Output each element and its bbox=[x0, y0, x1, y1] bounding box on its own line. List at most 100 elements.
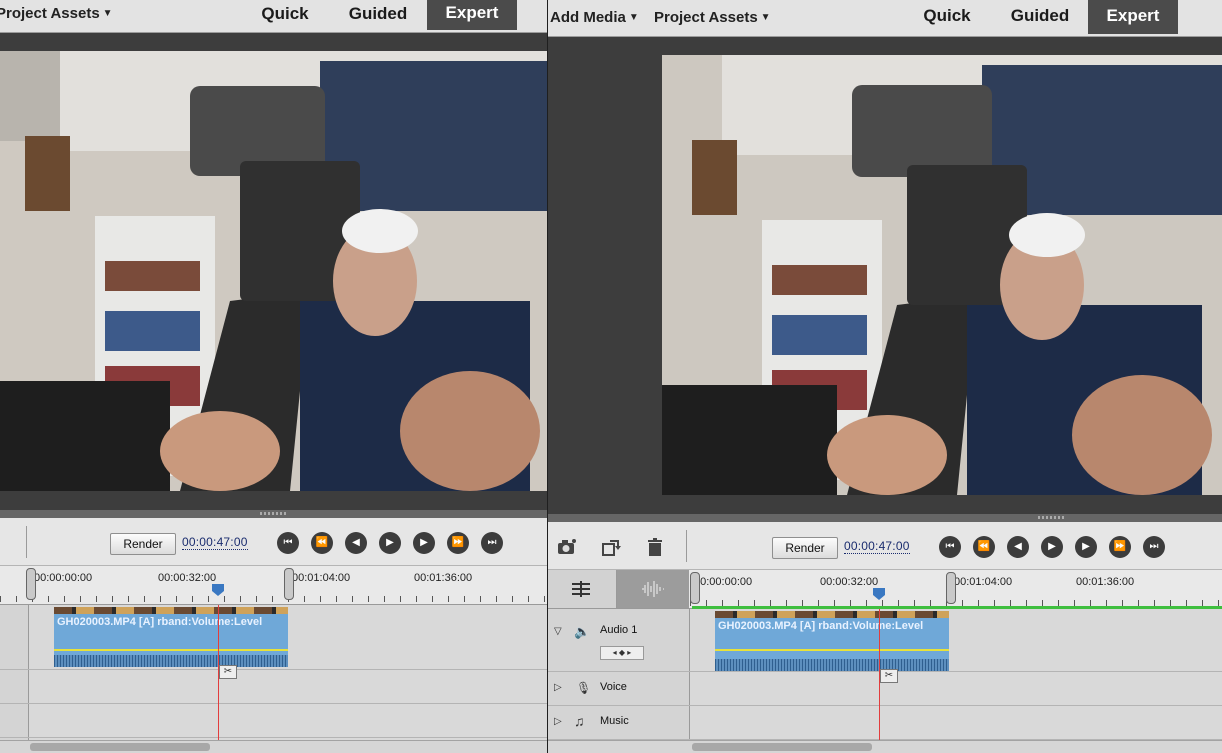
collapse-arrow-icon[interactable]: ▽ bbox=[554, 626, 562, 637]
music-track-row: ▷ ♫ Music bbox=[548, 705, 1222, 740]
timeline-toolbar: Render 00:00:47:00 ⏮ ⏪ ◀ ▶ ▶ ⏩ ⏭ bbox=[548, 522, 1222, 570]
clip-title: GH020003.MP4 [A] rband:Volume:Level bbox=[718, 620, 924, 632]
rotate-icon[interactable] bbox=[600, 536, 622, 558]
waveform-icon bbox=[642, 581, 664, 597]
clip-title: GH020003.MP4 [A] rband:Volume:Level bbox=[57, 616, 263, 628]
expand-arrow-icon[interactable]: ▷ bbox=[554, 716, 562, 727]
toolbar-separator bbox=[26, 526, 27, 558]
timeline-scrollbar[interactable] bbox=[548, 740, 1222, 753]
work-area-end-handle[interactable] bbox=[284, 568, 294, 600]
work-area-start-handle[interactable] bbox=[26, 568, 36, 600]
music-note-icon[interactable]: ♫ bbox=[574, 713, 585, 729]
ruler-ticks bbox=[0, 596, 547, 602]
go-to-start-icon[interactable]: ⏮ bbox=[277, 532, 299, 554]
music-track-label: Music bbox=[600, 715, 629, 727]
timeline-tracks: ▽ 🔈 Audio 1 ◂ ◆ ▸ ▷ 🎙 Voice ▷ ♫ Music GH… bbox=[548, 609, 1222, 741]
ruler-label: 00:01:04:00 bbox=[292, 572, 351, 584]
resize-grip-icon bbox=[1038, 516, 1064, 519]
frame-forward-icon[interactable]: ▶ bbox=[1075, 536, 1097, 558]
quick-mode-button[interactable]: Quick bbox=[250, 4, 320, 28]
scissors-icon[interactable]: ✂ bbox=[219, 665, 237, 679]
toolbar-separator bbox=[686, 530, 687, 562]
add-media-label: Add Media bbox=[550, 9, 626, 26]
guided-mode-button[interactable]: Guided bbox=[1002, 6, 1078, 30]
expert-mode-button[interactable]: Expert bbox=[427, 0, 517, 30]
frame-forward-icon[interactable]: ▶ bbox=[413, 532, 435, 554]
track-settings-icon[interactable] bbox=[570, 579, 592, 599]
audio1-track-label: Audio 1 bbox=[600, 624, 638, 636]
chevron-down-icon: ▼ bbox=[760, 12, 771, 23]
step-back-icon[interactable]: ⏪ bbox=[311, 532, 333, 554]
video-preview[interactable] bbox=[662, 55, 1222, 495]
music-track-row bbox=[0, 703, 547, 738]
speaker-icon[interactable]: 🔈 bbox=[574, 624, 590, 640]
guided-mode-button[interactable]: Guided bbox=[340, 4, 416, 28]
render-button[interactable]: Render bbox=[110, 533, 176, 555]
microphone-icon[interactable]: 🎙 bbox=[576, 681, 591, 695]
go-to-end-icon[interactable]: ⏭ bbox=[481, 532, 503, 554]
playhead-line bbox=[879, 609, 880, 741]
ruler-label: 00:00:32:00 bbox=[158, 572, 217, 584]
step-forward-icon[interactable]: ⏩ bbox=[1109, 536, 1131, 558]
volume-level-line[interactable] bbox=[715, 649, 949, 651]
work-area-end-handle[interactable] bbox=[946, 572, 956, 604]
scrollbar-thumb[interactable] bbox=[692, 743, 872, 751]
go-to-start-icon[interactable]: ⏮ bbox=[939, 536, 961, 558]
expert-mode-button[interactable]: Expert bbox=[1088, 0, 1178, 34]
ruler-label: 00:01:04:00 bbox=[954, 576, 1013, 588]
ruler-label: 00:00:00:00 bbox=[694, 576, 753, 588]
clip-thumbnail-strip bbox=[54, 607, 288, 614]
track-options-cell bbox=[548, 570, 617, 608]
timeline-tracks: GH020003.MP4 [A] rband:Volume:Level ✂ bbox=[0, 605, 547, 741]
step-forward-icon[interactable]: ⏩ bbox=[447, 532, 469, 554]
monitor-panel bbox=[548, 37, 1222, 514]
ruler-label: 00:00:00:00 bbox=[34, 572, 93, 584]
timeline-scrollbar[interactable] bbox=[0, 740, 547, 753]
video-preview[interactable] bbox=[0, 51, 547, 491]
frame-back-icon[interactable]: ◀ bbox=[1007, 536, 1029, 558]
top-menu-bar: Add Media ▼ Project Assets ▼ Quick Guided … bbox=[548, 0, 1222, 37]
video-frame-image bbox=[662, 55, 1222, 495]
panel-resize-bar[interactable] bbox=[548, 514, 1222, 522]
go-to-end-icon[interactable]: ⏭ bbox=[1143, 536, 1165, 558]
top-menu-bar: Project Assets ▼ Quick Guided Expert bbox=[0, 0, 547, 33]
project-assets-menu[interactable]: Project Assets ▼ bbox=[654, 9, 771, 26]
chevron-down-icon: ▼ bbox=[102, 8, 113, 19]
playhead-line bbox=[218, 605, 219, 741]
monitor-panel bbox=[0, 33, 547, 510]
scrollbar-thumb[interactable] bbox=[30, 743, 210, 751]
audio-waveform bbox=[715, 659, 949, 671]
audio-clip[interactable]: GH020003.MP4 [A] rband:Volume:Level bbox=[715, 611, 949, 671]
resize-grip-icon bbox=[260, 512, 286, 515]
render-button[interactable]: Render bbox=[772, 537, 838, 559]
project-assets-menu[interactable]: Project Assets ▼ bbox=[0, 5, 113, 22]
ruler-label: 00:01:36:00 bbox=[414, 572, 473, 584]
panel-resize-bar[interactable] bbox=[0, 510, 547, 518]
scissors-icon[interactable]: ✂ bbox=[880, 669, 898, 683]
expand-arrow-icon[interactable]: ▷ bbox=[554, 682, 562, 693]
project-assets-label: Project Assets bbox=[0, 5, 100, 22]
right-editor-panel: Add Media ▼ Project Assets ▼ Quick Guided … bbox=[548, 0, 1222, 753]
playhead-marker-icon[interactable] bbox=[212, 584, 224, 596]
camera-effects-icon[interactable] bbox=[556, 536, 578, 558]
current-timecode[interactable]: 00:00:47:00 bbox=[182, 535, 248, 550]
add-media-menu[interactable]: Add Media ▼ bbox=[550, 9, 639, 26]
keyframe-nav-control[interactable]: ◂ ◆ ▸ bbox=[600, 646, 644, 660]
left-editor-panel: Project Assets ▼ Quick Guided Expert Ren… bbox=[0, 0, 547, 753]
work-area-start-handle[interactable] bbox=[690, 572, 700, 604]
time-ruler[interactable]: 00:00:00:00 00:00:32:00 00:01:04:00 00:0… bbox=[548, 570, 1222, 609]
step-back-icon[interactable]: ⏪ bbox=[973, 536, 995, 558]
audio-clip[interactable]: GH020003.MP4 [A] rband:Volume:Level bbox=[54, 607, 288, 667]
volume-level-line[interactable] bbox=[54, 649, 288, 651]
current-timecode[interactable]: 00:00:47:00 bbox=[844, 539, 910, 554]
voice-track-label: Voice bbox=[600, 681, 627, 693]
play-icon[interactable]: ▶ bbox=[379, 532, 401, 554]
playhead-marker-icon[interactable] bbox=[873, 588, 885, 600]
play-icon[interactable]: ▶ bbox=[1041, 536, 1063, 558]
audio-waveform-toggle[interactable] bbox=[617, 570, 689, 608]
quick-mode-button[interactable]: Quick bbox=[911, 6, 983, 30]
frame-back-icon[interactable]: ◀ bbox=[345, 532, 367, 554]
project-assets-label: Project Assets bbox=[654, 9, 758, 26]
time-ruler[interactable]: 00:00:00:00 00:00:32:00 00:01:04:00 00:0… bbox=[0, 566, 547, 605]
trash-icon[interactable] bbox=[644, 536, 666, 558]
